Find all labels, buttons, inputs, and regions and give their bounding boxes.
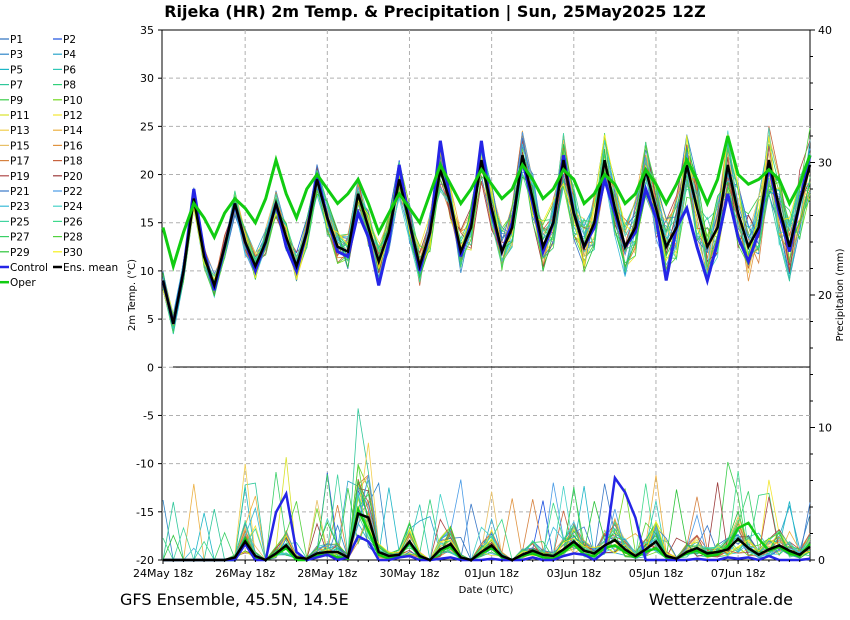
legend-entry: P18	[63, 156, 83, 168]
x-tick-label: 28May 18z	[297, 567, 357, 580]
legend-entry: P9	[10, 95, 23, 107]
x-tick-label: 07Jun 18z	[711, 567, 766, 580]
legend-entry: P15	[10, 140, 30, 152]
legend-entry: P12	[63, 110, 83, 122]
x-tick-label: 03Jun 18z	[547, 567, 602, 580]
y-tick-label-left: 30	[140, 72, 154, 85]
legend-entry: P6	[63, 64, 76, 76]
legend-entry: P13	[10, 125, 30, 137]
legend-entry: P21	[10, 186, 30, 198]
legend-entry: P5	[10, 64, 23, 76]
y-tick-label-left: 10	[140, 265, 154, 278]
y-tick-label-left: -5	[143, 409, 154, 422]
y-tick-label-left: -10	[136, 458, 154, 471]
y-tick-label-right: 20	[818, 289, 832, 302]
legend-entry: P2	[63, 34, 76, 46]
legend-entry: P17	[10, 156, 30, 168]
x-tick-label: 24May 18z	[133, 567, 193, 580]
y-tick-label-left: 0	[147, 361, 154, 374]
legend-entry: P3	[10, 49, 23, 61]
y-tick-label-right: 40	[818, 24, 832, 37]
chart-title: Rijeka (HR) 2m Temp. & Precipitation | S…	[164, 2, 706, 22]
y-tick-label-left: 15	[140, 217, 154, 230]
legend-entry: P23	[10, 201, 30, 213]
legend-entry: P28	[63, 232, 83, 244]
footer-brand: Wetterzentrale.de	[649, 590, 793, 609]
y-tick-label-right: 10	[818, 422, 832, 435]
legend-entry: P26	[63, 216, 83, 228]
legend-entry: P4	[63, 49, 76, 61]
legend-entry: Control	[10, 262, 48, 274]
legend-entry: P25	[10, 216, 30, 228]
left-axis-label: 2m Temp. (°C)	[127, 259, 138, 331]
legend-entry: Oper	[10, 277, 36, 289]
x-tick-label: 26May 18z	[215, 567, 275, 580]
right-axis-label: Precipitation (mm)	[835, 248, 846, 341]
legend-entry: Ens. mean	[63, 262, 118, 274]
legend-entry: P22	[63, 186, 83, 198]
legend-entry: P27	[10, 232, 30, 244]
y-tick-label-left: -20	[136, 554, 154, 567]
legend-entry: P14	[63, 125, 83, 137]
y-tick-label-right: 0	[818, 554, 825, 567]
legend-entry: P19	[10, 171, 30, 183]
legend-entry: P30	[63, 247, 83, 259]
y-tick-label-left: -15	[136, 506, 154, 519]
y-tick-label-left: 35	[140, 24, 154, 37]
y-tick-label-left: 25	[140, 120, 154, 133]
legend-entry: P24	[63, 201, 83, 213]
y-tick-label-left: 5	[147, 313, 154, 326]
legend-entry: P11	[10, 110, 30, 122]
x-tick-label: 30May 18z	[379, 567, 439, 580]
legend-entry: P29	[10, 247, 30, 259]
x-axis-label: Date (UTC)	[459, 585, 514, 596]
ensemble-chart: Rijeka (HR) 2m Temp. & Precipitation | S…	[0, 0, 850, 620]
legend-entry: P10	[63, 95, 83, 107]
x-tick-label: 01Jun 18z	[464, 567, 519, 580]
legend-entry: P16	[63, 140, 83, 152]
legend-entry: P20	[63, 171, 83, 183]
legend-entry: P1	[10, 34, 23, 46]
legend-entry: P8	[63, 80, 76, 92]
footer-source: GFS Ensemble, 45.5N, 14.5E	[120, 590, 349, 609]
y-tick-label-left: 20	[140, 169, 154, 182]
x-tick-label: 05Jun 18z	[629, 567, 684, 580]
y-tick-label-right: 30	[818, 157, 832, 170]
legend-entry: P7	[10, 80, 23, 92]
